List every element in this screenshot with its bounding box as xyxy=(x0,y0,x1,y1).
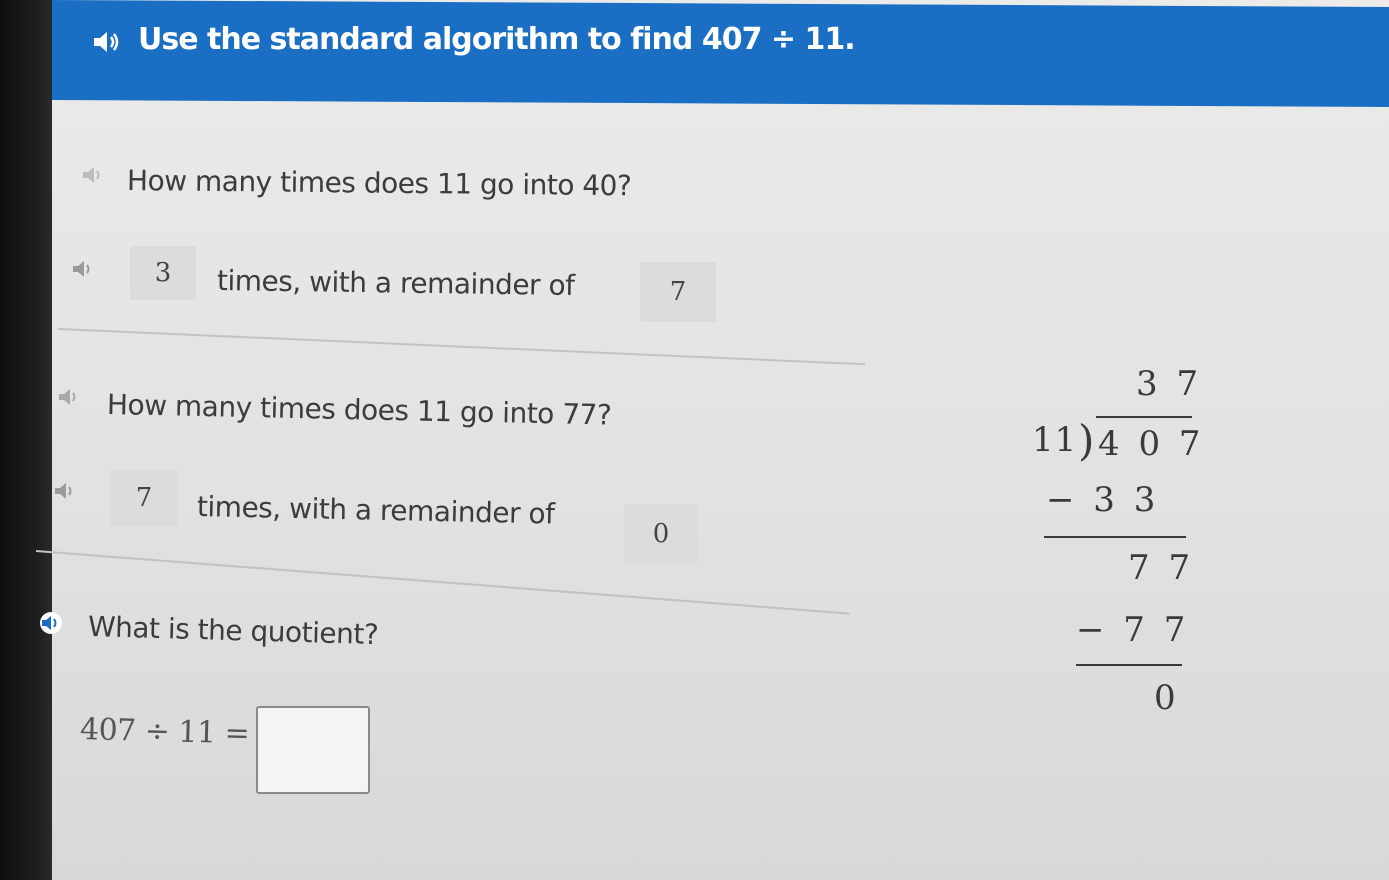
ld-remainder1: 7 7 xyxy=(1128,548,1195,588)
speaker-icon[interactable] xyxy=(58,388,80,406)
step1-mid-text: times, with a remainder of xyxy=(216,264,575,302)
device-bezel xyxy=(0,0,52,880)
speaker-icon[interactable] xyxy=(92,30,120,54)
ld-quotient: 3 7 xyxy=(1136,364,1203,404)
ld-bracket: ) xyxy=(1078,416,1095,465)
ld-rule2 xyxy=(1076,664,1182,666)
step1-remainder-input[interactable]: 7 xyxy=(640,262,716,322)
step1-question: How many times does 11 go into 40? xyxy=(126,164,632,203)
quotient-equation: 407 ÷ 11 = xyxy=(79,712,250,752)
speaker-icon[interactable] xyxy=(82,166,104,184)
step2-remainder-input[interactable]: 0 xyxy=(624,504,698,564)
step2-times-input[interactable]: 7 xyxy=(110,470,178,526)
step1-times-input[interactable]: 3 xyxy=(130,246,196,300)
instruction-text: Use the standard algorithm to find 407 ÷… xyxy=(138,22,856,57)
ld-vinculum xyxy=(1096,416,1192,418)
speaker-icon[interactable] xyxy=(72,260,94,278)
ld-subtract1: − 3 3 xyxy=(1046,480,1160,520)
ld-divisor: 11 xyxy=(1032,420,1078,460)
ld-subtract2: − 7 7 xyxy=(1076,610,1190,650)
speaker-icon[interactable] xyxy=(54,482,76,500)
speaker-icon[interactable] xyxy=(36,612,66,634)
ld-remainder2: 0 xyxy=(1154,678,1180,718)
ld-dividend: 4 0 7 xyxy=(1098,424,1205,464)
quotient-answer-input[interactable] xyxy=(256,706,370,794)
ld-rule1 xyxy=(1044,536,1186,538)
